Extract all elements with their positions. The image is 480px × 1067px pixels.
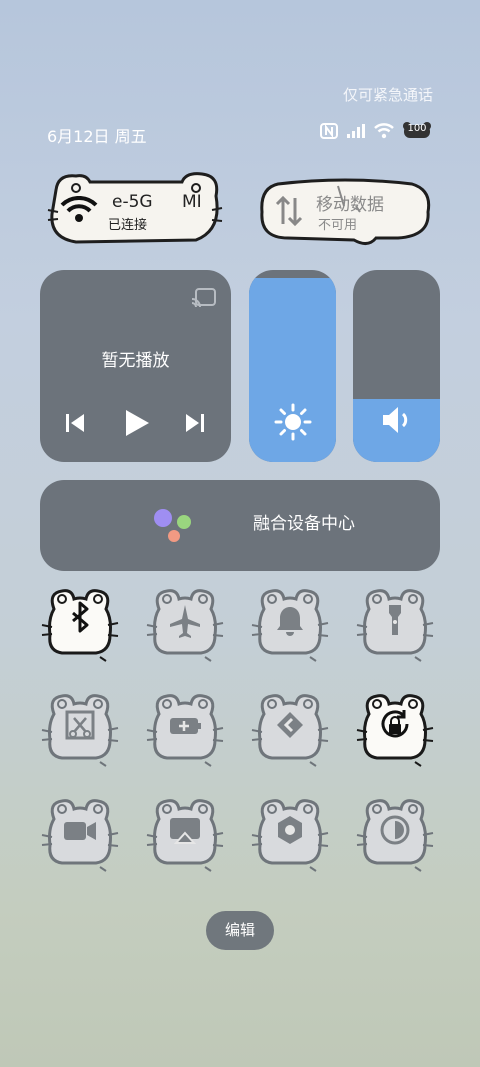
- date-text: 6月12日 周五: [47, 127, 147, 146]
- mobile-data-tile[interactable]: 移动数据 不可用: [258, 176, 432, 248]
- brightness-slider[interactable]: [249, 270, 336, 462]
- rotation-lock-icon: [381, 710, 409, 738]
- mobile-data-status: 不可用: [318, 218, 358, 233]
- nfc-icon: [320, 122, 338, 139]
- emergency-calls-only-text: 仅可紧急通话: [342, 86, 433, 104]
- wifi-name: e-5G: [112, 192, 153, 212]
- toggle-screen-mirror[interactable]: [145, 795, 225, 875]
- toggle-battery-saver[interactable]: [145, 690, 225, 770]
- battery-icon: 100: [402, 122, 432, 139]
- flashlight-icon: [389, 605, 401, 635]
- mobile-data-name: 移动数据: [316, 195, 384, 215]
- volume-slider[interactable]: [353, 270, 440, 462]
- brightness-icon: [274, 403, 312, 441]
- volume-icon: [383, 407, 408, 433]
- screen-record-icon: [64, 822, 96, 840]
- device-hub-icon: [154, 509, 191, 542]
- toggle-cast[interactable]: [250, 690, 330, 770]
- play-icon[interactable]: [124, 408, 150, 438]
- airplane-icon: [170, 605, 200, 638]
- wifi-extra: MI: [182, 192, 202, 212]
- toggle-screen-record[interactable]: [40, 795, 120, 875]
- battery-level-text: 100: [407, 123, 427, 134]
- toggle-dark-mode[interactable]: [355, 795, 435, 875]
- battery-saver-icon: [170, 718, 201, 734]
- settings-hex-icon: [278, 816, 302, 844]
- signal-icon: [347, 123, 365, 138]
- dark-mode-icon: [380, 815, 410, 845]
- bell-icon: [277, 607, 303, 636]
- wifi-status: 已连接: [108, 218, 148, 233]
- device-hub-label: 融合设备中心: [253, 514, 355, 534]
- next-track-icon[interactable]: [185, 412, 205, 434]
- toggle-flashlight[interactable]: [355, 585, 435, 665]
- previous-track-icon[interactable]: [65, 412, 85, 434]
- wifi-status-icon: [374, 122, 394, 138]
- screen-mirror-icon: [170, 818, 200, 844]
- toggle-settings-hex[interactable]: [250, 795, 330, 875]
- mobile-data-icon: [275, 195, 303, 227]
- cast-icon: [277, 712, 303, 738]
- toggle-bell[interactable]: [250, 585, 330, 665]
- wifi-icon: [60, 196, 98, 222]
- media-player-card[interactable]: 暂无播放: [40, 270, 231, 462]
- device-hub-card[interactable]: 融合设备中心: [40, 480, 440, 571]
- toggle-airplane[interactable]: [145, 585, 225, 665]
- toggle-rotation-lock[interactable]: [355, 690, 435, 770]
- screenshot-icon: [65, 710, 95, 740]
- cast-output-icon[interactable]: [191, 287, 217, 309]
- toggle-screenshot[interactable]: [40, 690, 120, 770]
- status-bar-icons: 100: [320, 122, 432, 139]
- wifi-tile[interactable]: e-5G 已连接 MI: [46, 170, 224, 248]
- media-title: 暂无播放: [101, 351, 170, 371]
- toggle-bluetooth[interactable]: [40, 585, 120, 665]
- edit-button[interactable]: 编辑: [206, 911, 274, 950]
- bluetooth-icon: [72, 601, 89, 633]
